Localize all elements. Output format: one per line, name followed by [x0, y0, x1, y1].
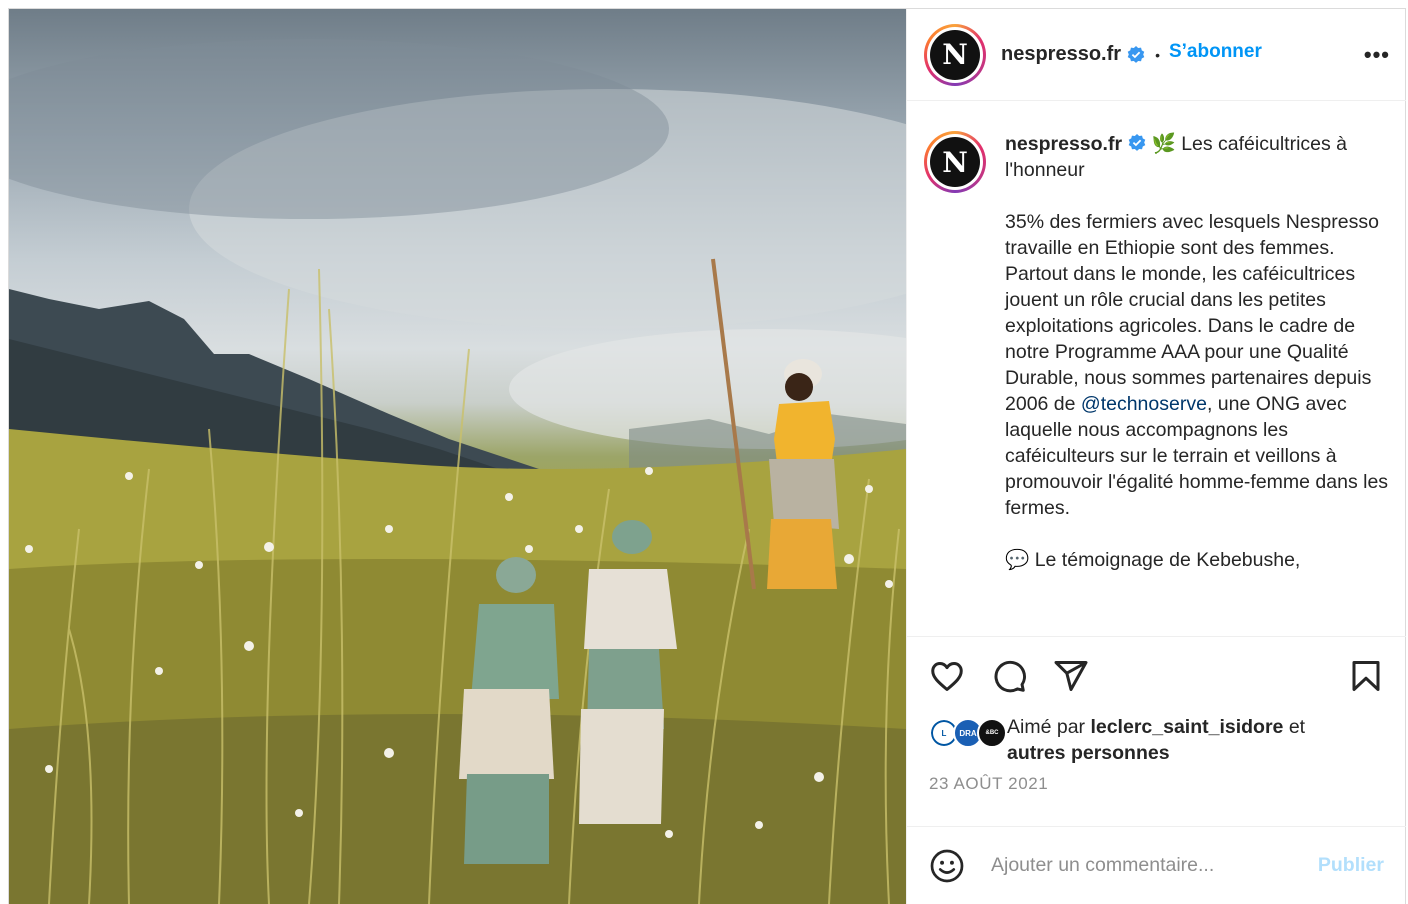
instagram-post: N nespresso.fr • S’abonner ••• N nespres… [8, 8, 1406, 904]
post-photo-illustration [9, 39, 906, 904]
liker-avatar: &BC [977, 718, 1007, 748]
liker-username[interactable]: leclerc_saint_isidore [1090, 716, 1283, 738]
follow-button[interactable]: S’abonner [1169, 41, 1262, 63]
caption-avatar[interactable]: N [924, 131, 986, 193]
caption-username[interactable]: nespresso.fr [1005, 133, 1122, 155]
caption-body: 35% des fermiers avec lesquels Nespresso… [1005, 211, 1379, 415]
like-heart-icon[interactable] [929, 658, 965, 694]
leaf-emoji-icon: 🌿 [1151, 133, 1176, 155]
caption-next-line: Le témoignage de Kebebushe, [1034, 549, 1301, 571]
mention-link[interactable]: @technoserve [1081, 393, 1207, 415]
likes-summary: L DRA &BC Aimé par leclerc_saint_isidore… [907, 714, 1406, 766]
likes-text: Aimé par leclerc_saint_isidore et autres… [1007, 714, 1305, 766]
post-date[interactable]: 23 AOÛT 2021 [907, 766, 1406, 814]
account-username[interactable]: nespresso.fr [1001, 43, 1121, 66]
post-header: N nespresso.fr • S’abonner ••• [907, 9, 1406, 101]
comment-input[interactable] [989, 853, 1318, 878]
likes-connector: et [1288, 716, 1306, 738]
post-side-panel: N nespresso.fr • S’abonner ••• N nespres… [906, 9, 1406, 904]
other-likers-link[interactable]: autres personnes [1007, 742, 1170, 764]
speech-bubble-emoji-icon: 💬 [1005, 549, 1030, 571]
caption-area[interactable]: N nespresso.fr 🌿 Les caféicultrices à l'… [907, 101, 1406, 636]
verified-badge-icon [1128, 134, 1146, 151]
emoji-picker-icon[interactable] [929, 848, 965, 884]
share-send-icon[interactable] [1053, 658, 1089, 694]
post-photo[interactable] [9, 9, 906, 904]
more-options-button[interactable]: ••• [1364, 42, 1390, 68]
liker-avatars[interactable]: L DRA &BC [929, 718, 1007, 748]
comment-bar: Publier [907, 826, 1406, 904]
likes-prefix: Aimé par [1007, 716, 1086, 738]
header-separator: • [1155, 46, 1160, 63]
verified-badge-icon [1127, 45, 1145, 63]
caption-text: nespresso.fr 🌿 Les caféicultrices à l'ho… [1005, 131, 1390, 636]
publish-button[interactable]: Publier [1318, 854, 1384, 877]
comment-bubble-icon[interactable] [991, 658, 1027, 694]
save-bookmark-icon[interactable] [1348, 658, 1384, 694]
action-bar [907, 636, 1406, 714]
avatar-logo: N [930, 137, 980, 187]
avatar-logo: N [930, 29, 980, 80]
account-avatar[interactable]: N [924, 23, 986, 86]
